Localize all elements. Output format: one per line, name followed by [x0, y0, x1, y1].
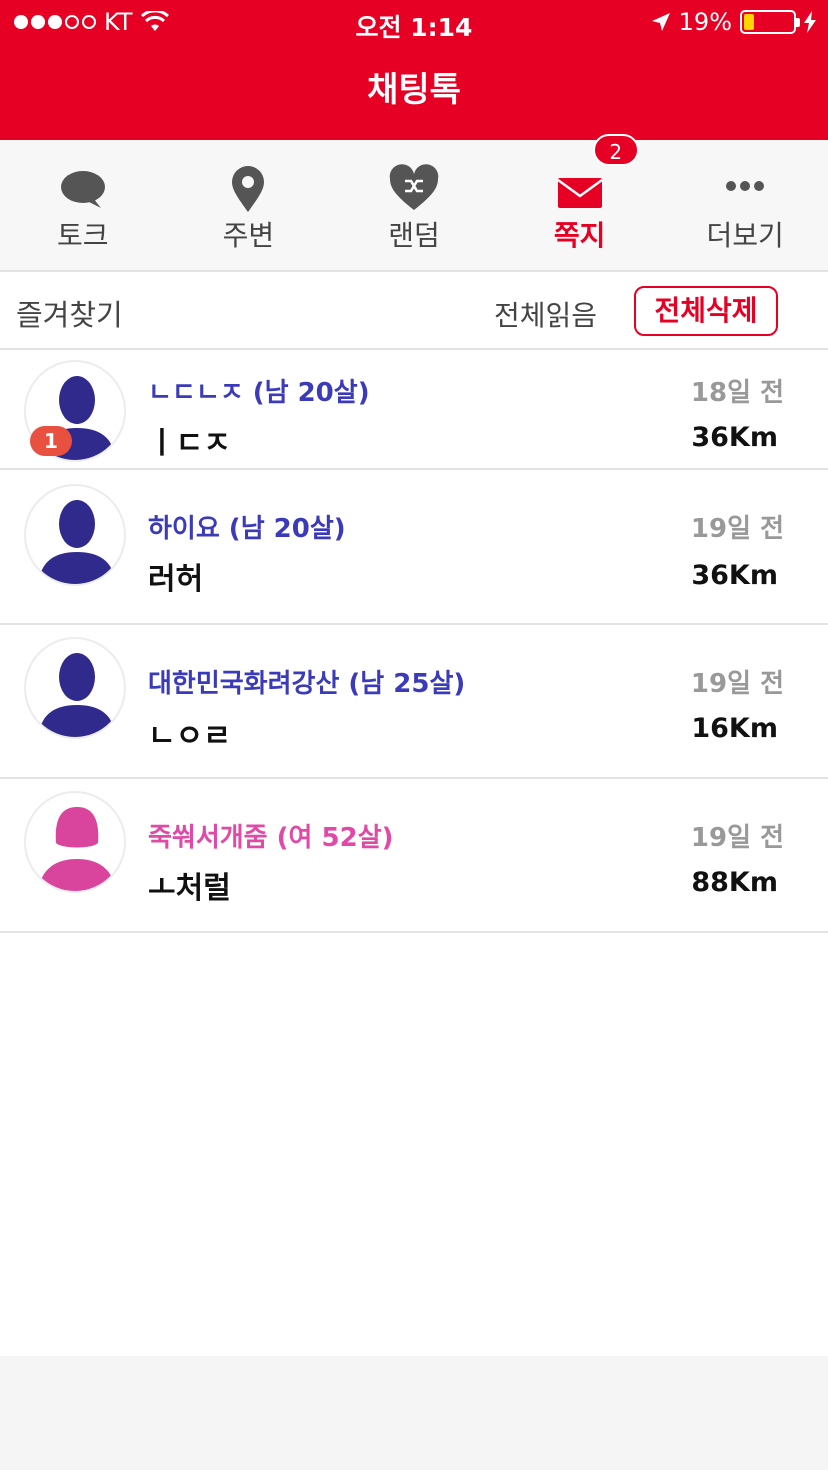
message-time: 19일 전: [690, 823, 784, 853]
battery-percent: 19%: [678, 8, 732, 36]
distance: 36Km: [691, 560, 778, 591]
app-header: KT 오전 1:14 19% 채팅톡: [0, 0, 828, 140]
male-avatar-icon: [38, 500, 116, 584]
tab-more[interactable]: 더보기: [662, 140, 828, 270]
message-count-badge: 2: [592, 134, 639, 166]
heart-shuffle-icon: [389, 164, 439, 210]
distance: 16Km: [691, 713, 778, 744]
message-time: 18일 전: [690, 378, 784, 408]
message-preview: ㄴㅇㄹ: [148, 719, 231, 754]
tab-label: 랜덤: [388, 219, 440, 252]
favorites-button[interactable]: 즐겨찾기: [16, 292, 123, 334]
female-avatar-icon: [38, 807, 116, 891]
page-title: 채팅톡: [367, 70, 461, 110]
tab-talk[interactable]: 토크: [0, 140, 166, 270]
more-dots-icon: [726, 181, 765, 191]
tab-bar: 토크 주변 랜덤 2 쪽지 더보기: [0, 134, 828, 272]
unread-badge: 1: [30, 426, 72, 456]
list-item[interactable]: 죽쒀서개줌 (여 52살) ㅗ처럴 19일 전 88Km: [0, 779, 828, 933]
sender-name: 하이요 (남 20살): [148, 514, 346, 544]
avatar: [24, 637, 126, 739]
delete-all-button[interactable]: 전체삭제: [634, 286, 778, 336]
message-toolbar: 즐겨찾기 전체읽음 전체삭제: [0, 272, 828, 350]
bottom-area: [0, 1356, 828, 1470]
location-pin-icon: [232, 166, 265, 212]
message-preview: ㅗ처럴: [148, 871, 231, 906]
tab-label: 더보기: [706, 219, 784, 252]
male-avatar-icon: [38, 653, 116, 737]
tab-label: 쪽지: [553, 219, 606, 252]
list-item[interactable]: 대한민국화려강산 (남 25살) ㄴㅇㄹ 19일 전 16Km: [0, 625, 828, 779]
distance: 88Km: [691, 867, 778, 898]
tab-nearby[interactable]: 주변: [166, 140, 332, 270]
list-item[interactable]: 1 ㄴㄷㄴㅈ (남 20살) ㅣㄷㅈ 18일 전 36Km: [0, 350, 828, 470]
sender-name: 대한민국화려강산 (남 25살): [148, 669, 466, 699]
message-preview: ㅣㄷㅈ: [148, 426, 231, 461]
tab-label: 토크: [57, 219, 109, 252]
location-arrow-icon: [651, 13, 670, 31]
read-all-button[interactable]: 전체읽음: [494, 294, 597, 334]
tab-label: 주변: [222, 219, 275, 252]
envelope-icon: [556, 178, 603, 208]
status-bar: KT 오전 1:14 19%: [0, 0, 828, 44]
avatar: [24, 791, 126, 893]
status-right: 19%: [651, 8, 816, 36]
message-time: 19일 전: [690, 669, 784, 699]
charging-bolt-icon: [804, 11, 816, 33]
avatar: [24, 484, 126, 586]
chat-bubble-icon: [60, 171, 105, 208]
list-item[interactable]: 하이요 (남 20살) 러허 19일 전 36Km: [0, 470, 828, 625]
message-preview: 러허: [148, 562, 204, 597]
battery-icon: [740, 10, 800, 34]
tab-messages[interactable]: 2 쪽지: [497, 134, 663, 270]
distance: 36Km: [691, 422, 778, 453]
sender-name: 죽쒀서개줌 (여 52살): [148, 823, 394, 853]
sender-name: ㄴㄷㄴㅈ (남 20살): [148, 378, 370, 408]
message-time: 19일 전: [690, 514, 784, 544]
tab-random[interactable]: 랜덤: [331, 140, 497, 270]
